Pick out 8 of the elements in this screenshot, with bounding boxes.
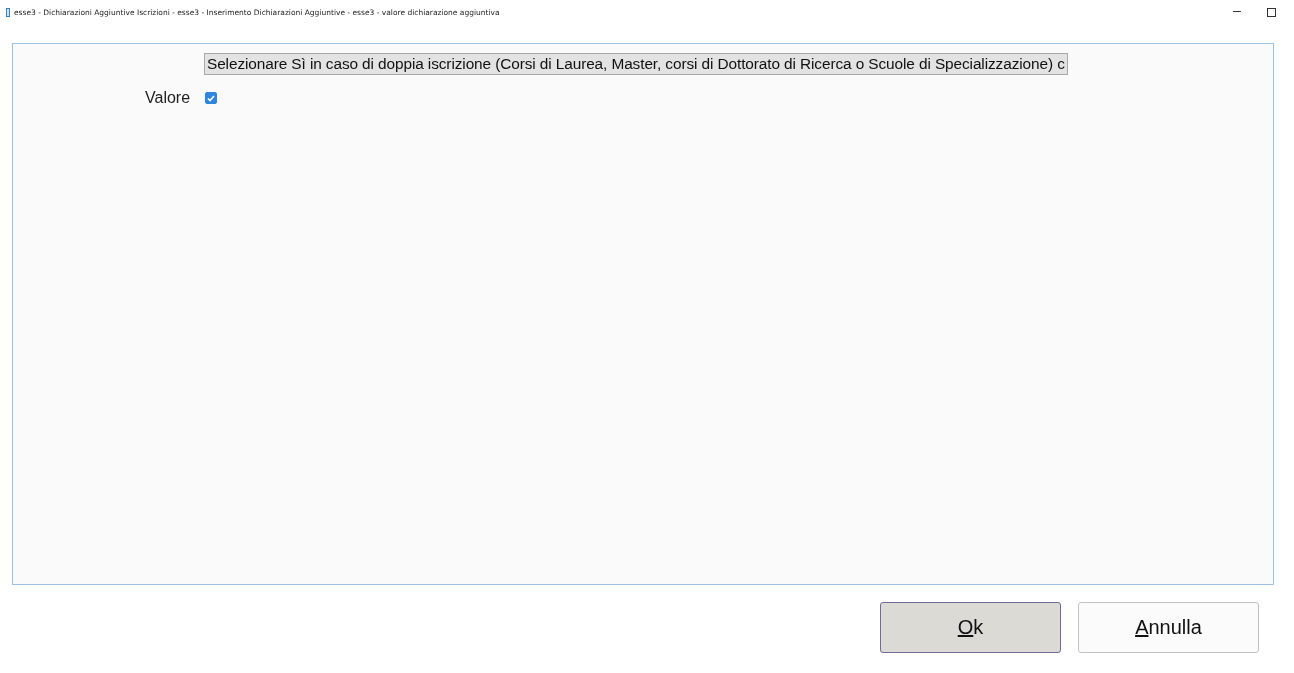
value-checkbox[interactable] <box>205 92 218 104</box>
description-text: Selezionare Sì in caso di doppia iscrizione (Corsi di Laurea, Master, corsi di Dottorato di Ricerca o Scuole di Specializzazione) c <box>204 53 1068 75</box>
dialog-button[interactable]: Ok <box>880 602 1061 653</box>
field-label: Valore <box>145 89 191 107</box>
maximize-icon[interactable] <box>1266 7 1276 17</box>
minimize-icon[interactable] <box>1233 11 1241 13</box>
dialog-button[interactable]: Annulla <box>1078 602 1259 653</box>
app-icon <box>6 7 10 17</box>
